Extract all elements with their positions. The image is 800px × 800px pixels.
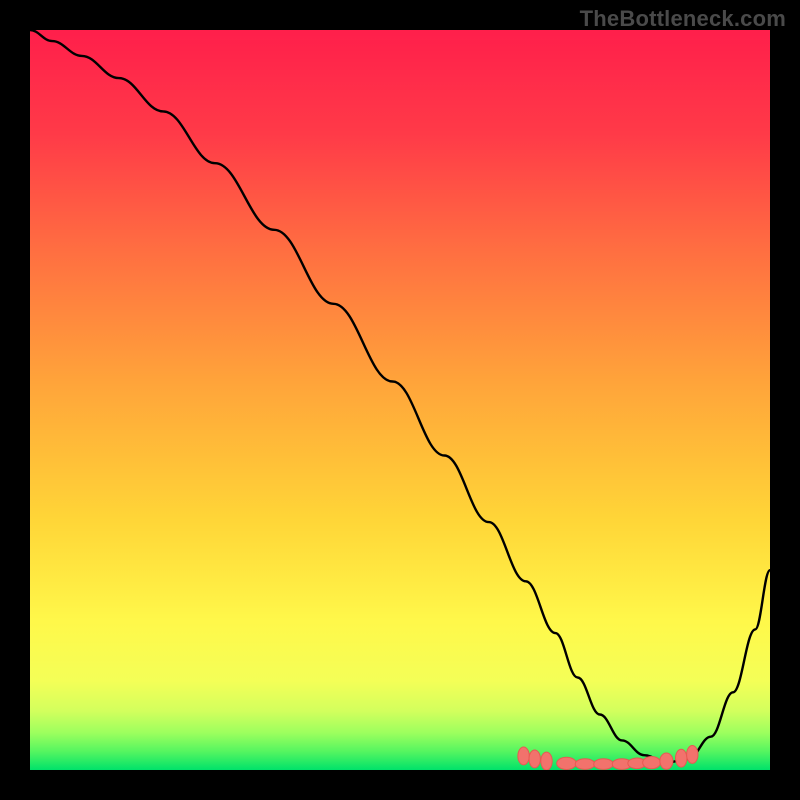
marker-dot [687,746,698,764]
marker-dot [676,749,687,767]
marker-dot [594,759,614,770]
marker-dot [557,757,577,769]
marker-dot [643,756,661,768]
marker-dot [541,752,552,770]
marker-dot [529,750,540,768]
marker-dot [518,747,529,765]
watermark-text: TheBottleneck.com [580,6,786,32]
marker-dot [660,753,673,769]
chart-svg [30,30,770,770]
chart-frame: TheBottleneck.com [0,0,800,800]
gradient-background [30,30,770,770]
plot-area [30,30,770,770]
marker-dot [575,759,595,770]
